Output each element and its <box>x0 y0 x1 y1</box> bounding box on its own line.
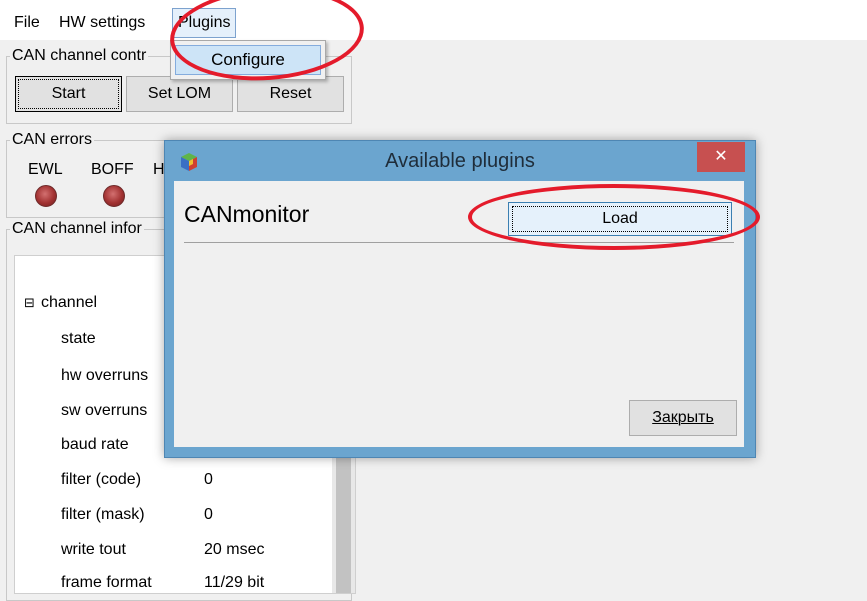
start-button[interactable]: Start <box>15 76 122 112</box>
can-channel-control-title: CAN channel contr <box>10 47 149 65</box>
tree-row-key: hw overruns <box>61 367 149 384</box>
dialog-title: Available plugins <box>385 150 535 172</box>
tree-root-channel[interactable]: channel <box>41 294 97 312</box>
annotation-oval-load <box>468 184 760 250</box>
reset-button[interactable]: Reset <box>237 76 344 112</box>
can-errors-title: CAN errors <box>10 131 95 149</box>
ewl-label: EWL <box>28 161 63 178</box>
tree-row-key: frame format <box>61 574 152 591</box>
menubar: File HW settings Plugins <box>0 0 867 40</box>
menu-file[interactable]: File <box>10 9 44 37</box>
menu-hw-settings[interactable]: HW settings <box>55 9 149 37</box>
boff-label: BOFF <box>91 161 134 178</box>
start-button-label: Start <box>51 85 86 102</box>
can-channel-info-title: CAN channel infor <box>10 220 144 238</box>
tree-row-key: sw overruns <box>61 402 148 419</box>
tree-row-key: state <box>61 330 96 347</box>
tree-row-key: filter (mask) <box>61 506 145 523</box>
tree-row-value: 0 <box>204 471 213 488</box>
close-dialog-button-label: Закрыть <box>652 409 714 426</box>
tree-row-value: 20 msec <box>204 541 265 558</box>
set-lom-button[interactable]: Set LOM <box>126 76 233 112</box>
plugin-name: CANmonitor <box>184 201 310 227</box>
tree-row-value: 0 <box>204 506 213 523</box>
close-dialog-button[interactable]: Закрыть <box>629 400 737 436</box>
dialog-close-button[interactable]: ✕ <box>697 142 745 172</box>
tree-row-key: baud rate <box>61 436 129 453</box>
tree-row-key: filter (code) <box>61 471 142 488</box>
ewl-led <box>35 185 57 207</box>
tree-row-key: write tout <box>61 541 126 558</box>
tree-row-value: 11/29 bit <box>204 574 265 591</box>
boff-led <box>103 185 125 207</box>
h-label: H <box>153 161 165 178</box>
close-icon: ✕ <box>714 148 728 165</box>
tree-expander-icon[interactable]: ⊟ <box>24 295 35 311</box>
